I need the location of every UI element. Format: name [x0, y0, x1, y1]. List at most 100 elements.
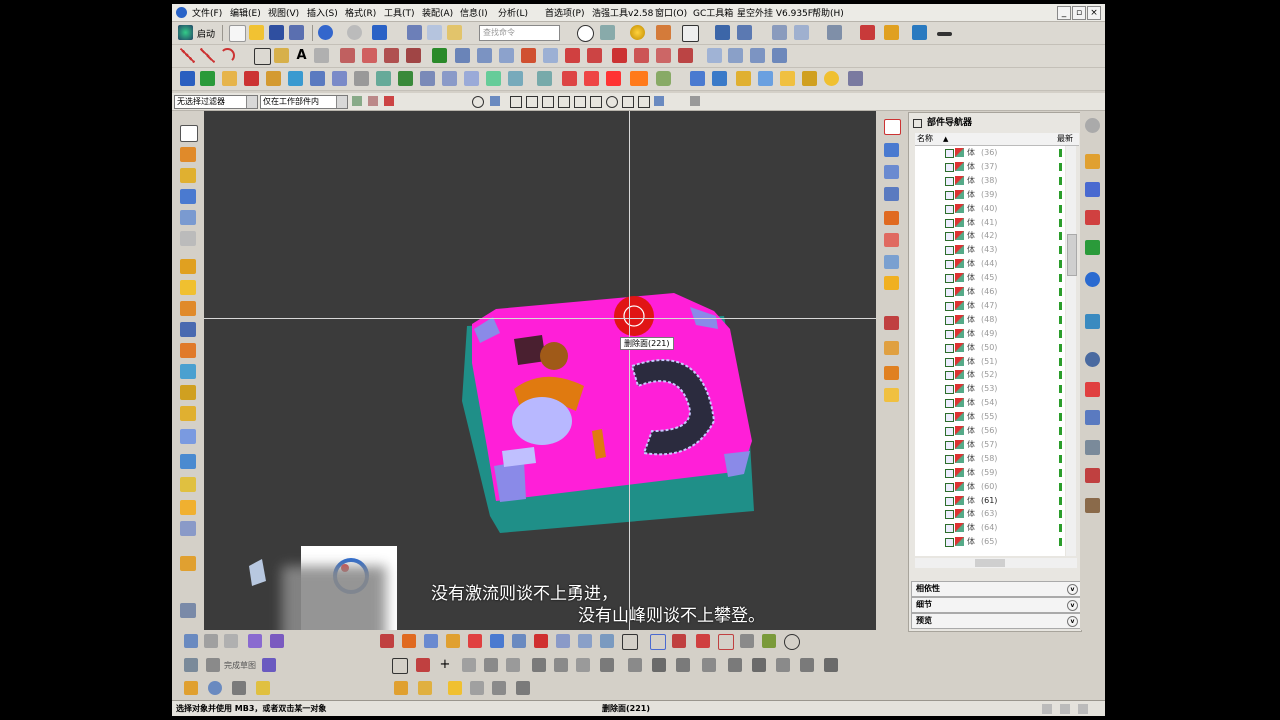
filter-icon[interactable] — [352, 96, 362, 106]
copy-face-icon[interactable] — [556, 634, 570, 648]
tree-row[interactable]: 体 (40) — [915, 202, 1065, 216]
shell-icon[interactable] — [565, 48, 580, 63]
chevron-down-icon[interactable] — [246, 96, 257, 108]
menu-edit[interactable]: 编辑(E) — [230, 6, 261, 19]
panel-dependencies[interactable]: 相依性 v — [911, 581, 1081, 597]
curve-length-icon[interactable] — [362, 48, 377, 63]
shaded-view-icon[interactable] — [630, 25, 645, 40]
calculator-icon[interactable] — [802, 71, 817, 86]
assembly-navigator-icon[interactable] — [1085, 154, 1100, 169]
split-curve-icon[interactable] — [384, 48, 399, 63]
database-icon[interactable] — [736, 71, 751, 86]
visibility-checkbox[interactable] — [945, 385, 954, 395]
block-gray-icon[interactable] — [232, 681, 246, 695]
visibility-checkbox[interactable] — [945, 482, 954, 492]
snap-curve-icon[interactable] — [542, 96, 554, 108]
tree-row[interactable]: 体 (45) — [915, 271, 1065, 285]
plate-icon[interactable] — [180, 280, 196, 295]
tree-row[interactable]: 体 (50) — [915, 341, 1065, 355]
sketch-constraint-icon[interactable] — [652, 658, 666, 672]
mesh-icon[interactable] — [446, 634, 460, 648]
wcs-icon[interactable] — [715, 25, 730, 40]
tree-row[interactable]: 体 (54) — [915, 396, 1065, 410]
menu-info[interactable]: 信息(I) — [460, 6, 488, 19]
menu-view[interactable]: 视图(V) — [268, 6, 299, 19]
layer-copy-icon[interactable] — [884, 366, 899, 380]
visibility-checkbox[interactable] — [945, 204, 954, 214]
sketch-offset-icon[interactable] — [576, 658, 590, 672]
copy-body-icon[interactable] — [266, 71, 281, 86]
sew-icon[interactable] — [707, 48, 722, 63]
column-name[interactable]: 名称 — [917, 133, 933, 145]
menu-help[interactable]: 帮助(H) — [812, 6, 844, 19]
line-width-icon[interactable] — [937, 32, 952, 36]
library-icon[interactable] — [180, 322, 196, 337]
new-file-icon[interactable] — [229, 25, 246, 42]
menu-gc-toolbox[interactable]: GC工具箱 — [693, 6, 733, 19]
double-heart-icon[interactable] — [332, 71, 347, 86]
draft-icon[interactable] — [587, 48, 602, 63]
edge-blend-icon[interactable] — [521, 48, 536, 63]
paste-icon[interactable] — [447, 25, 462, 40]
layer-move-icon[interactable] — [884, 341, 899, 355]
analysis-icon[interactable] — [884, 25, 899, 40]
assembly-tool-icon[interactable] — [418, 681, 432, 695]
clone-2-icon[interactable] — [508, 71, 523, 86]
delete-face-icon[interactable] — [584, 71, 599, 86]
tree-row[interactable]: 体 (57) — [915, 438, 1065, 452]
menu-tools[interactable]: 工具(T) — [384, 6, 415, 19]
snap-point-icon[interactable] — [510, 96, 522, 108]
mirror-icon[interactable] — [244, 71, 259, 86]
block-icon[interactable] — [180, 189, 196, 204]
clone-icon[interactable] — [486, 71, 501, 86]
tree-row[interactable]: 体 (52) — [915, 368, 1065, 382]
rotate-view-icon[interactable] — [600, 25, 615, 40]
line-icon[interactable] — [180, 48, 195, 63]
start-label[interactable]: 启动 — [197, 27, 215, 40]
part-navigator-icon[interactable] — [1085, 210, 1100, 225]
paint-icon[interactable] — [468, 634, 482, 648]
sketch-relation-icon[interactable] — [728, 658, 742, 672]
scope-filter-select[interactable]: 仅在工作部件内 — [260, 95, 348, 109]
snap-tangent-icon[interactable] — [558, 96, 570, 108]
folder-icon[interactable] — [780, 71, 795, 86]
snap-midpoint-icon[interactable] — [574, 96, 586, 108]
datum-icon[interactable] — [884, 165, 899, 179]
tree-row[interactable]: 体 (58) — [915, 452, 1065, 466]
pin-icon[interactable] — [913, 119, 922, 128]
visibility-checkbox[interactable] — [945, 343, 954, 353]
point-icon[interactable] — [274, 48, 289, 63]
constraint-navigator-icon[interactable] — [1085, 182, 1100, 197]
tree-row[interactable]: 体 (64) — [915, 521, 1065, 535]
star-icon[interactable] — [256, 681, 270, 695]
close-button[interactable]: × — [1087, 6, 1101, 20]
sketch-arc-icon[interactable] — [462, 658, 476, 672]
box-sky-icon[interactable] — [180, 454, 196, 469]
gear-box-icon[interactable] — [180, 556, 196, 571]
delete-body-icon[interactable] — [562, 71, 577, 86]
status-icon[interactable] — [1042, 704, 1052, 714]
visibility-checkbox[interactable] — [945, 510, 954, 520]
profile-icon[interactable] — [262, 658, 276, 672]
visibility-checkbox[interactable] — [945, 524, 954, 534]
check-icon[interactable] — [376, 71, 391, 86]
sketch-line-icon[interactable] — [416, 658, 430, 672]
snap-center-icon[interactable] — [606, 96, 618, 108]
revolve-icon[interactable] — [455, 48, 470, 63]
undo-icon[interactable] — [318, 25, 333, 40]
book-icon[interactable] — [222, 71, 237, 86]
tree-row[interactable]: 体 (63) — [915, 507, 1065, 521]
menu-haoqiang-tools[interactable]: 浩强工具v2.58 — [592, 6, 653, 19]
dimension-icon[interactable] — [848, 71, 863, 86]
unite-icon[interactable] — [728, 48, 743, 63]
arrow-right-icon[interactable] — [270, 634, 284, 648]
combine-icon[interactable] — [600, 634, 614, 648]
axis-icon[interactable] — [884, 187, 899, 201]
panel-details[interactable]: 细节 v — [911, 597, 1081, 613]
face-check-icon[interactable] — [420, 71, 435, 86]
tool-icon[interactable] — [394, 681, 408, 695]
redo-icon[interactable] — [347, 25, 362, 40]
sketch-alt-icon[interactable] — [800, 658, 814, 672]
paste-face-icon[interactable] — [578, 634, 592, 648]
paste-body-icon[interactable] — [288, 71, 303, 86]
